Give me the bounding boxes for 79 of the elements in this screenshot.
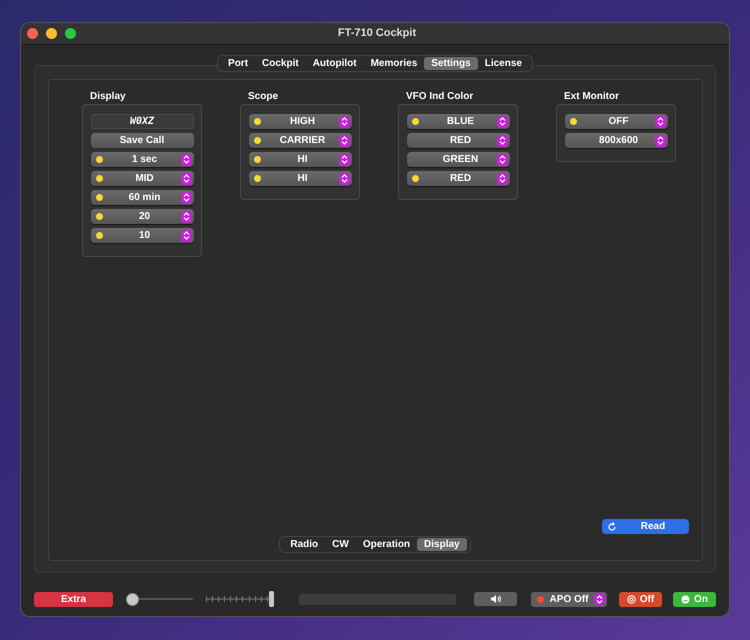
chevron-icon xyxy=(654,116,666,128)
save-call-button[interactable]: Save Call xyxy=(90,133,194,148)
tab[interactable]: Radio xyxy=(283,538,326,551)
popup-value: BLUE xyxy=(446,115,476,129)
popup-value: 60 min xyxy=(128,191,162,205)
popup-button[interactable]: 1 sec xyxy=(90,152,194,167)
popup-value: HI xyxy=(296,153,308,167)
popup-value: RED xyxy=(448,134,472,148)
popup-button[interactable]: 20 xyxy=(90,209,194,224)
read-button[interactable]: Read xyxy=(602,519,689,534)
chevron-icon xyxy=(594,593,605,605)
speaker-icon xyxy=(490,594,502,604)
popup-button[interactable]: RED xyxy=(406,133,510,148)
extra-button[interactable]: Extra xyxy=(34,592,113,606)
tab[interactable]: Port xyxy=(221,57,256,70)
popup-button[interactable]: BLUE xyxy=(406,114,510,129)
chevron-icon xyxy=(496,134,508,146)
chevron-icon xyxy=(496,154,508,166)
tab[interactable]: Settings xyxy=(424,57,478,70)
group-title: Scope xyxy=(247,91,280,103)
slider-thumb[interactable] xyxy=(126,592,139,606)
popup-value: 20 xyxy=(138,210,152,224)
chevron-icon xyxy=(180,230,192,242)
tab[interactable]: Memories xyxy=(364,57,424,70)
group-title: Ext Monitor xyxy=(563,91,620,103)
popup-button[interactable]: MID xyxy=(90,171,194,186)
popup-value: CARRIER xyxy=(278,134,326,148)
smile-icon xyxy=(681,594,690,604)
chevron-icon xyxy=(338,134,350,146)
tab[interactable]: Autopilot xyxy=(306,57,364,70)
popup-button[interactable]: HI xyxy=(248,171,352,186)
tab[interactable]: CW xyxy=(325,538,356,551)
minimize-button[interactable] xyxy=(46,28,57,39)
chevron-icon xyxy=(180,172,192,184)
chevron-icon xyxy=(496,116,508,128)
popup-value: HI xyxy=(296,172,308,186)
volume-slider[interactable] xyxy=(126,592,193,606)
group-title: Display xyxy=(89,91,127,103)
step-slider[interactable] xyxy=(206,591,274,607)
popup-button[interactable]: HIGH xyxy=(248,114,352,129)
popup-button[interactable]: CARRIER xyxy=(248,133,352,148)
tab[interactable]: License xyxy=(478,57,529,70)
popup-button[interactable]: 10 xyxy=(90,228,194,243)
off-button[interactable]: Off xyxy=(619,592,662,606)
popup-value: OFF xyxy=(608,115,630,129)
chevron-icon xyxy=(338,154,350,166)
apo-popup[interactable]: APO Off xyxy=(531,592,607,606)
chevron-icon xyxy=(338,116,350,128)
chevron-icon xyxy=(338,172,350,184)
call-field[interactable]: W0XZ xyxy=(90,114,194,129)
chevron-icon xyxy=(180,154,192,166)
popup-button[interactable]: RED xyxy=(406,171,510,186)
tab[interactable]: Display xyxy=(417,538,467,551)
popup-value: HIGH xyxy=(289,115,316,129)
popup-button[interactable]: OFF xyxy=(564,114,668,129)
popup-value: GREEN xyxy=(442,153,480,167)
popup-button[interactable]: 60 min xyxy=(90,190,194,205)
popup-button[interactable]: GREEN xyxy=(406,152,510,167)
chevron-icon xyxy=(180,192,192,204)
tab[interactable]: Cockpit xyxy=(255,57,306,70)
slider-thumb[interactable] xyxy=(269,591,274,607)
refresh-icon xyxy=(607,522,617,532)
popup-value: 1 sec xyxy=(130,153,158,167)
popup-value: 800x600 xyxy=(598,134,639,148)
chevron-icon xyxy=(180,210,192,222)
speaker-button[interactable] xyxy=(474,592,517,606)
zoom-button[interactable] xyxy=(65,28,76,39)
window-title: FT-710 Cockpit xyxy=(338,26,416,42)
close-button[interactable] xyxy=(27,28,38,39)
popup-value: RED xyxy=(448,172,472,186)
chevron-icon xyxy=(496,172,508,184)
popup-value: 10 xyxy=(138,229,152,243)
tab[interactable]: Operation xyxy=(356,538,418,551)
chevron-icon xyxy=(654,134,666,146)
popup-button[interactable]: 800x600 xyxy=(564,133,668,148)
popup-button[interactable]: HI xyxy=(248,152,352,167)
popup-value: MID xyxy=(134,172,155,186)
power-icon xyxy=(626,594,636,604)
group-title: VFO Ind Color xyxy=(405,91,474,103)
